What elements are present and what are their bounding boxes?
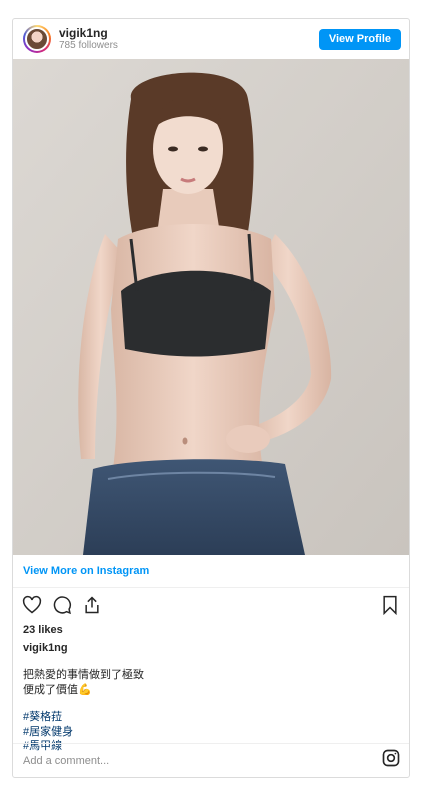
- avatar[interactable]: [23, 25, 51, 53]
- comment-icon[interactable]: [51, 594, 73, 616]
- post-caption: 把熱愛的事情做到了極致 便成了價值💪: [13, 654, 409, 698]
- post-header: vigik1ng 785 followers View Profile: [13, 19, 409, 59]
- follower-count: 785 followers: [59, 40, 118, 52]
- view-profile-button[interactable]: View Profile: [318, 28, 401, 50]
- caption-line: 把熱愛的事情做到了極致: [23, 669, 144, 681]
- instagram-embed-card: vigik1ng 785 followers View Profile View…: [12, 18, 410, 778]
- post-photo: [13, 59, 409, 555]
- hashtag-link[interactable]: #葵格菈: [23, 710, 399, 725]
- action-bar: [13, 590, 409, 620]
- view-more-on-instagram-link[interactable]: View More on Instagram: [13, 555, 409, 588]
- hashtag-link[interactable]: #居家健身: [23, 725, 399, 740]
- caption-username[interactable]: vigik1ng: [13, 636, 409, 654]
- heart-icon[interactable]: [21, 594, 43, 616]
- username[interactable]: vigik1ng: [59, 26, 319, 40]
- like-count[interactable]: 23 likes: [13, 620, 409, 636]
- caption-line: 便成了價值💪: [23, 683, 92, 696]
- share-icon[interactable]: [81, 594, 103, 616]
- post-image[interactable]: [13, 59, 409, 555]
- comment-bar: [13, 743, 409, 777]
- comment-input[interactable]: [23, 754, 381, 767]
- instagram-icon[interactable]: [381, 748, 401, 773]
- bookmark-icon[interactable]: [379, 594, 401, 616]
- avatar-image: [25, 27, 49, 51]
- user-info: vigik1ng 785 followers: [59, 26, 319, 52]
